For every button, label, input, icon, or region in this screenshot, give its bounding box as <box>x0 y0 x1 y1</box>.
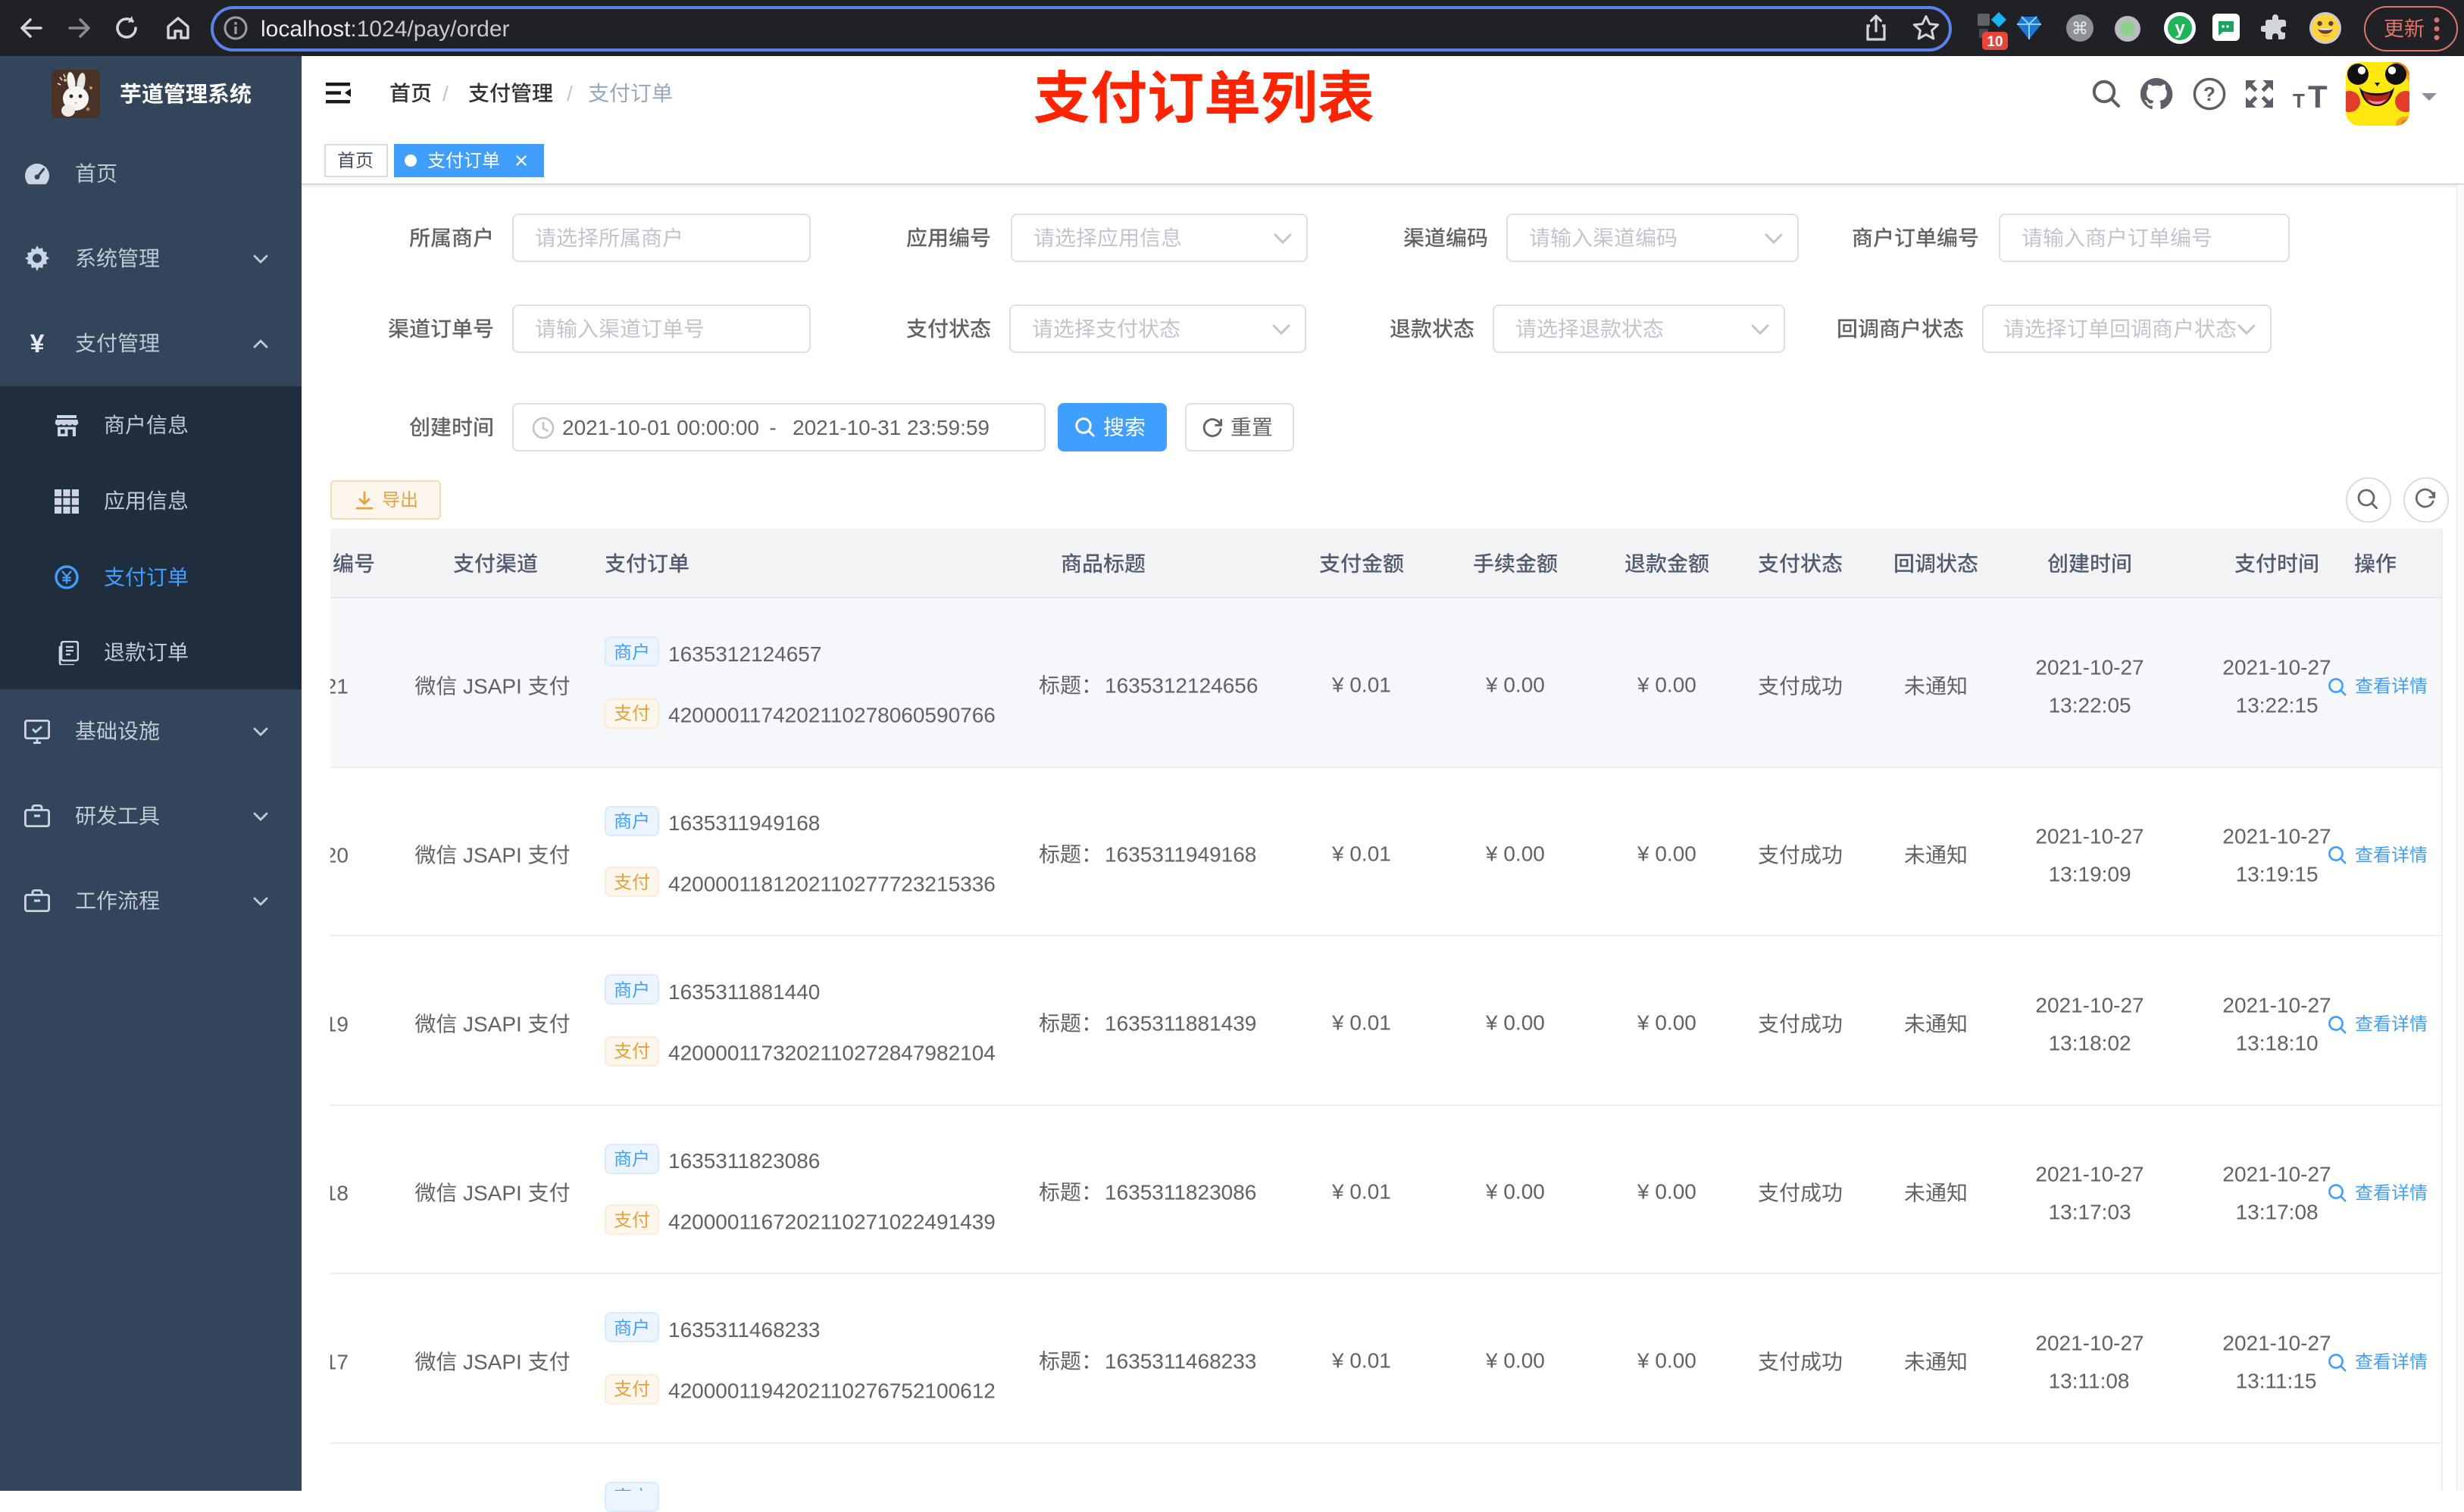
svg-text:¥ 0.00: ¥ 0.00 <box>1637 842 1696 866</box>
svg-text:1635311351736: 1635311351736 <box>668 1487 820 1491</box>
svg-text:1635311468233: 1635311468233 <box>1105 1350 1256 1373</box>
svg-text:¥ 0.00: ¥ 0.00 <box>1485 842 1545 866</box>
svg-text:¥ 0.00: ¥ 0.00 <box>1485 1349 1545 1373</box>
svg-text:1635311949168: 1635311949168 <box>668 811 820 835</box>
svg-text:1635311881439: 1635311881439 <box>1105 1012 1256 1036</box>
svg-text:JSAPI: JSAPI <box>463 1013 522 1036</box>
svg-text:1635311468233: 1635311468233 <box>668 1318 820 1342</box>
svg-text:18: 18 <box>325 1182 349 1205</box>
svg-text:13:18:02: 13:18:02 <box>2049 1032 2131 1055</box>
svg-text:2021-10-01 00:00:00: 2021-10-01 00:00:00 <box>562 416 759 439</box>
svg-text:2021-10-27: 2021-10-27 <box>2035 825 2143 848</box>
svg-text:13:11:08: 13:11:08 <box>2049 1370 2130 1393</box>
svg-text:1635311949168: 1635311949168 <box>1105 843 1256 867</box>
svg-text:2021-10-27: 2021-10-27 <box>2222 1163 2331 1186</box>
svg-text:¥ 0.00: ¥ 0.00 <box>1637 673 1696 697</box>
svg-text:13:22:05: 13:22:05 <box>2049 694 2131 717</box>
svg-text:4200001174202110278060590766: 4200001174202110278060590766 <box>668 704 996 727</box>
svg-text:¥ 0.01: ¥ 0.01 <box>1331 1011 1391 1035</box>
svg-text:¥ 0.00: ¥ 0.00 <box>1637 1349 1696 1373</box>
svg-text:JSAPI: JSAPI <box>463 1182 522 1205</box>
svg-text:¥ 0.01: ¥ 0.01 <box>1331 1349 1391 1373</box>
svg-text:JSAPI: JSAPI <box>463 675 522 698</box>
svg-text:13:11:15: 13:11:15 <box>2236 1370 2317 1393</box>
svg-text:2021-10-27: 2021-10-27 <box>2222 656 2331 679</box>
svg-text:2021-10-27: 2021-10-27 <box>2035 994 2143 1017</box>
svg-text:17: 17 <box>325 1351 349 1374</box>
svg-text:1635311823086: 1635311823086 <box>668 1149 820 1173</box>
svg-text:1635311823086: 1635311823086 <box>1105 1181 1256 1204</box>
svg-text::1024/pay/order: :1024/pay/order <box>350 17 509 42</box>
svg-text:¥ 0.00: ¥ 0.00 <box>1485 1011 1545 1035</box>
svg-text:13:19:15: 13:19:15 <box>2236 863 2319 886</box>
svg-text:13:19:09: 13:19:09 <box>2049 863 2131 886</box>
svg-text:/: / <box>567 82 573 105</box>
svg-text:¥ 0.00: ¥ 0.00 <box>1637 1011 1696 1035</box>
svg-text:20: 20 <box>325 844 349 867</box>
svg-text:/: / <box>442 82 449 105</box>
svg-text:1635312124656: 1635312124656 <box>1105 674 1258 698</box>
svg-text:¥ 0.00: ¥ 0.00 <box>1485 673 1545 697</box>
svg-text:19: 19 <box>325 1013 349 1036</box>
svg-text:13:17:03: 13:17:03 <box>2049 1201 2131 1224</box>
svg-text:¥ 0.01: ¥ 0.01 <box>1331 842 1391 866</box>
svg-text:1635311881440: 1635311881440 <box>668 980 820 1004</box>
svg-text:13:22:15: 13:22:15 <box>2236 694 2319 717</box>
svg-text:-: - <box>769 416 776 439</box>
svg-text:localhost: localhost <box>261 17 351 42</box>
svg-text:2021-10-27: 2021-10-27 <box>2035 1163 2143 1186</box>
svg-text:¥ 0.00: ¥ 0.00 <box>1637 1180 1696 1204</box>
svg-text:JSAPI: JSAPI <box>463 844 522 867</box>
svg-text:2021-10-31 23:59:59: 2021-10-31 23:59:59 <box>793 416 990 439</box>
svg-text:2021-10-27: 2021-10-27 <box>2035 656 2143 679</box>
svg-text:2021-10-27: 2021-10-27 <box>2222 994 2331 1017</box>
svg-text:4200001167202110271022491439: 4200001167202110271022491439 <box>668 1211 996 1234</box>
svg-text:¥ 0.01: ¥ 0.01 <box>1331 673 1391 697</box>
svg-text:13:17:08: 13:17:08 <box>2236 1201 2319 1224</box>
svg-text:¥ 0.00: ¥ 0.00 <box>1485 1180 1545 1204</box>
svg-text:13:18:10: 13:18:10 <box>2236 1032 2319 1055</box>
svg-text:2021-10-27: 2021-10-27 <box>2222 825 2331 848</box>
svg-text:4200001173202110272847982104: 4200001173202110272847982104 <box>668 1042 996 1065</box>
svg-text:21: 21 <box>325 675 349 698</box>
svg-text:4200001181202110277723215336: 4200001181202110277723215336 <box>668 873 996 896</box>
svg-text:¥ 0.01: ¥ 0.01 <box>1331 1180 1391 1204</box>
svg-text:2021-10-27: 2021-10-27 <box>2222 1332 2331 1355</box>
svg-text:4200001194202110276752100612: 4200001194202110276752100612 <box>668 1379 996 1403</box>
svg-text:1635312124657: 1635312124657 <box>668 642 821 666</box>
svg-text:¥: ¥ <box>30 330 45 358</box>
svg-text:JSAPI: JSAPI <box>463 1351 522 1374</box>
svg-text:2021-10-27: 2021-10-27 <box>2035 1332 2143 1355</box>
